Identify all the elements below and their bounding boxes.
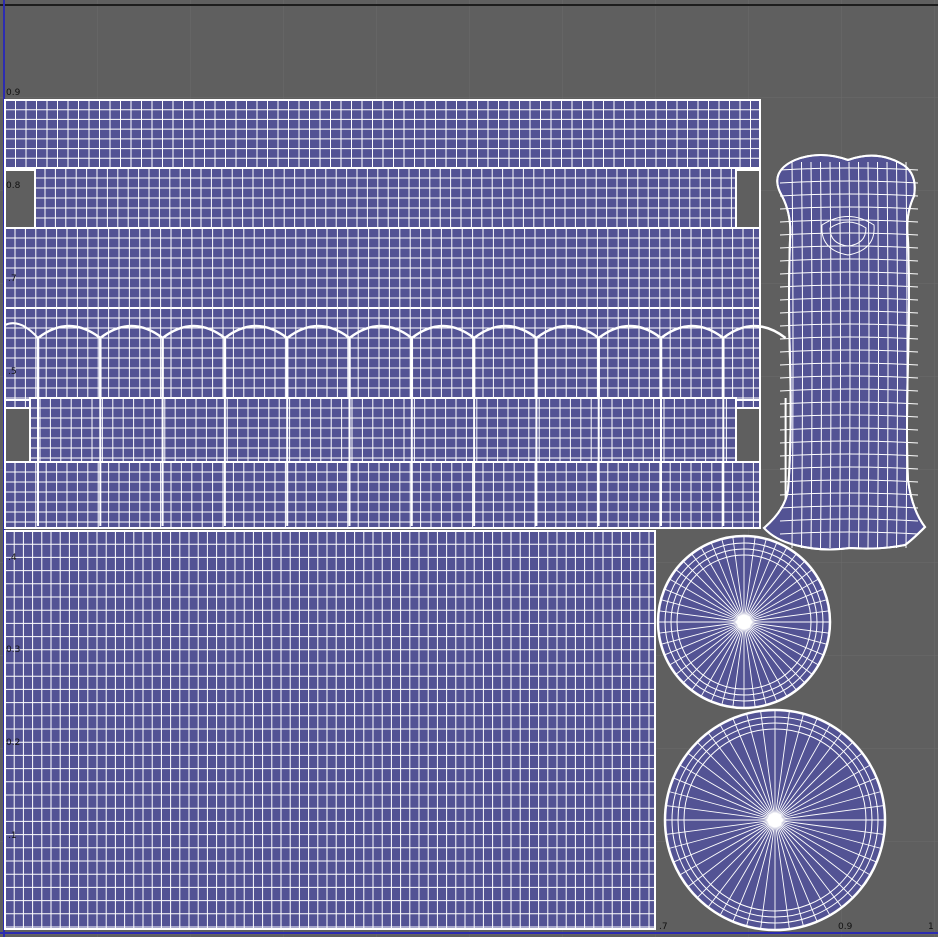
v-tick-0-2: 0.2	[6, 738, 20, 748]
u-tick-0-7: .7	[659, 922, 668, 932]
wall-panel-shell[interactable]	[4, 397, 787, 529]
bottom-disc-shell[interactable]	[663, 708, 887, 932]
uv-canvas[interactable]: 0.9 0.8 .7 .5 .4 0.3 0.2 .1 .7 0.9 1	[0, 0, 938, 937]
upper-band-shell[interactable]	[4, 99, 761, 169]
v-tick-0-4: .4	[8, 553, 17, 563]
v-tick-0-5: .5	[8, 367, 17, 377]
cap-band-shell[interactable]	[4, 167, 761, 309]
u-tick-0-9: 0.9	[838, 922, 853, 932]
large-panel-shell[interactable]	[4, 530, 656, 930]
v-tick-0-3: 0.3	[6, 645, 20, 655]
u-tick-1: 1	[928, 922, 934, 932]
v-tick-0-9: 0.9	[6, 88, 21, 98]
top-disc-shell[interactable]	[656, 534, 832, 710]
v-tick-0-1: .1	[8, 831, 17, 841]
v-tick-0-7: .7	[8, 274, 17, 284]
v-tick-0-8: 0.8	[6, 181, 21, 191]
uv-editor-viewport[interactable]: 0.9 0.8 .7 .5 .4 0.3 0.2 .1 .7 0.9 1	[0, 0, 938, 937]
